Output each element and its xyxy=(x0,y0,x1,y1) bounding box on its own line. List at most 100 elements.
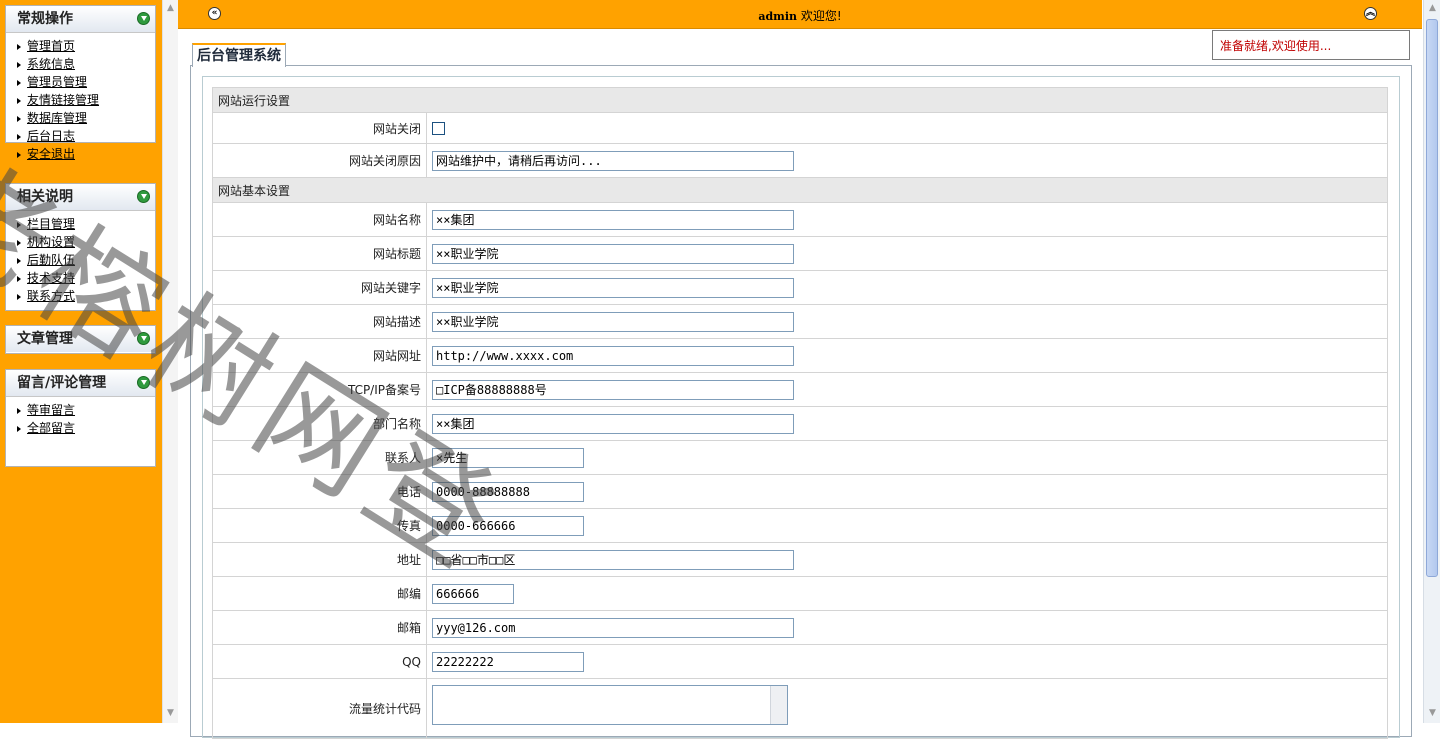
contact-input[interactable] xyxy=(432,447,584,468)
site-keywords-input[interactable] xyxy=(432,277,794,298)
menu-item[interactable]: 机构设置 xyxy=(17,233,155,251)
menu-item[interactable]: 全部留言 xyxy=(17,419,155,437)
menu-link[interactable]: 安全退出 xyxy=(27,147,75,161)
address-input[interactable] xyxy=(432,549,794,570)
section-title: 网站运行设置 xyxy=(212,87,1388,113)
menu-panel-header[interactable]: 相关说明 xyxy=(6,184,155,211)
department-input[interactable] xyxy=(432,413,794,434)
triangle-bullet-icon xyxy=(17,257,21,264)
section-header-basic: 网站基本设置 xyxy=(212,177,1388,203)
settings-form: 网站运行设置 网站关闭 网站关闭原因 网站基本设置 网站名称 网站标题 网站关键… xyxy=(212,87,1388,739)
menu-panel-title: 文章管理 xyxy=(17,331,73,347)
textarea-scrollbar[interactable] xyxy=(770,686,787,724)
menu-link[interactable]: 友情链接管理 xyxy=(27,93,99,107)
menu-panel-header[interactable]: 留言/评论管理 xyxy=(6,370,155,397)
triangle-bullet-icon xyxy=(17,97,21,104)
expand-icon[interactable] xyxy=(137,376,150,389)
expand-icon[interactable] xyxy=(137,12,150,25)
menu-panel-header[interactable]: 文章管理 xyxy=(6,326,155,352)
form-row: 部门名称 xyxy=(212,406,1388,441)
menu-link[interactable]: 机构设置 xyxy=(27,235,75,249)
triangle-bullet-icon xyxy=(17,61,21,68)
menu-item[interactable]: 友情链接管理 xyxy=(17,91,155,109)
triangle-bullet-icon xyxy=(17,293,21,300)
field-label: 传真 xyxy=(212,508,427,543)
left-frame-scrollbar[interactable]: ▲ ▼ xyxy=(162,0,179,723)
form-row: 网站关闭 xyxy=(212,112,1388,144)
menu-item[interactable]: 数据库管理 xyxy=(17,109,155,127)
form-row: 电话 xyxy=(212,474,1388,509)
menu-item[interactable]: 后勤队伍 xyxy=(17,251,155,269)
scrollbar-thumb[interactable] xyxy=(1426,19,1438,577)
field-label: 网站关闭 xyxy=(212,112,427,144)
icp-input[interactable] xyxy=(432,379,794,400)
form-row: 网站关闭原因 xyxy=(212,143,1388,178)
form-row: 地址 xyxy=(212,542,1388,577)
menu-panel-routine: 常规操作 管理首页 系统信息 管理员管理 友情链接管理 数据库管理 后台日志 安… xyxy=(5,5,156,161)
zip-input[interactable] xyxy=(432,583,514,604)
menu-link[interactable]: 技术支持 xyxy=(27,271,75,285)
tab-admin-system[interactable]: 后台管理系统 xyxy=(192,43,286,67)
field-label: 网站名称 xyxy=(212,202,427,237)
menu-item[interactable]: 后台日志 xyxy=(17,127,155,145)
menu-link[interactable]: 后台日志 xyxy=(27,129,75,143)
menu-item[interactable]: 系统信息 xyxy=(17,55,155,73)
triangle-bullet-icon xyxy=(17,43,21,50)
site-title-input[interactable] xyxy=(432,243,794,264)
menu-item[interactable]: 管理首页 xyxy=(17,37,155,55)
menu-link[interactable]: 联系方式 xyxy=(27,289,75,303)
form-row: 网站网址 xyxy=(212,338,1388,373)
scroll-up-icon[interactable]: ▲ xyxy=(1427,3,1438,14)
stats-code-textarea[interactable] xyxy=(432,685,788,725)
menu-link[interactable]: 等审留言 xyxy=(27,403,75,417)
field-label: 网站标题 xyxy=(212,236,427,271)
form-row: 传真 xyxy=(212,508,1388,543)
form-row: 流量统计代码 xyxy=(212,678,1388,739)
close-reason-input[interactable] xyxy=(432,150,794,171)
site-url-input[interactable] xyxy=(432,345,794,366)
username: admin xyxy=(758,10,797,23)
welcome-text: admin 欢迎您! xyxy=(178,7,1422,24)
form-row: 联系人 xyxy=(212,440,1388,475)
collapse-up-icon[interactable]: ︽ xyxy=(1364,7,1377,20)
field-label: 联系人 xyxy=(212,440,427,475)
menu-panel-title: 相关说明 xyxy=(17,189,73,205)
fax-input[interactable] xyxy=(432,515,584,536)
form-row: 网站标题 xyxy=(212,236,1388,271)
phone-input[interactable] xyxy=(432,481,584,502)
page-scrollbar[interactable]: ▲ ▼ xyxy=(1423,0,1440,723)
email-input[interactable] xyxy=(432,617,794,638)
scroll-down-icon[interactable]: ▼ xyxy=(165,708,176,719)
welcome-message: 欢迎您! xyxy=(800,9,842,23)
site-close-checkbox[interactable] xyxy=(432,122,445,135)
field-label: 电话 xyxy=(212,474,427,509)
triangle-bullet-icon xyxy=(17,115,21,122)
menu-link[interactable]: 系统信息 xyxy=(27,57,75,71)
menu-item[interactable]: 等审留言 xyxy=(17,401,155,419)
triangle-bullet-icon xyxy=(17,275,21,282)
site-description-input[interactable] xyxy=(432,311,794,332)
field-label: 部门名称 xyxy=(212,406,427,441)
triangle-bullet-icon xyxy=(17,133,21,140)
site-name-input[interactable] xyxy=(432,209,794,230)
menu-link[interactable]: 管理员管理 xyxy=(27,75,87,89)
menu-item[interactable]: 技术支持 xyxy=(17,269,155,287)
menu-panel-header[interactable]: 常规操作 xyxy=(6,6,155,33)
section-title: 网站基本设置 xyxy=(212,177,1388,203)
expand-icon[interactable] xyxy=(137,190,150,203)
status-notice: 准备就绪,欢迎使用... xyxy=(1212,30,1410,60)
field-label: QQ xyxy=(212,644,427,679)
menu-link[interactable]: 后勤队伍 xyxy=(27,253,75,267)
menu-link[interactable]: 数据库管理 xyxy=(27,111,87,125)
qq-input[interactable] xyxy=(432,651,584,672)
scroll-up-icon[interactable]: ▲ xyxy=(165,3,176,14)
scroll-down-icon[interactable]: ▼ xyxy=(1427,708,1438,719)
menu-link[interactable]: 栏目管理 xyxy=(27,217,75,231)
menu-item[interactable]: 管理员管理 xyxy=(17,73,155,91)
menu-link[interactable]: 全部留言 xyxy=(27,421,75,435)
menu-link[interactable]: 管理首页 xyxy=(27,39,75,53)
expand-icon[interactable] xyxy=(137,332,150,345)
menu-item[interactable]: 安全退出 xyxy=(17,145,155,163)
menu-item[interactable]: 栏目管理 xyxy=(17,215,155,233)
menu-item[interactable]: 联系方式 xyxy=(17,287,155,305)
